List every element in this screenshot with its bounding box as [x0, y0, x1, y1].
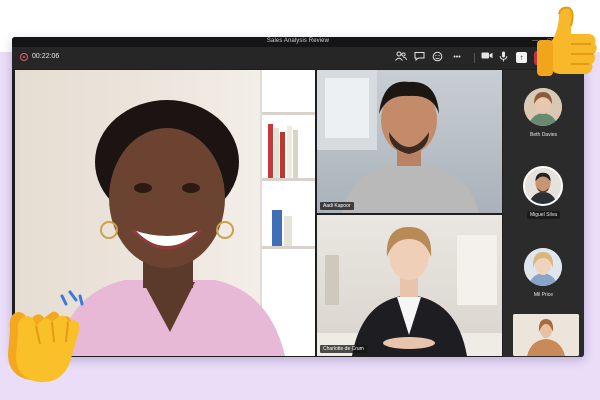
thumbs-up-emoji [531, 4, 600, 96]
participant-name-text: Miguel Silva [527, 211, 560, 219]
avatar-figure [524, 248, 562, 286]
chat-icon[interactable] [412, 51, 426, 65]
participant-figure [317, 227, 502, 356]
reactions-icon[interactable] [430, 51, 444, 65]
participant-name: Beth Davies [530, 132, 557, 138]
participant-figure [317, 70, 479, 213]
clapping-hands-emoji [0, 290, 92, 386]
camera-icon[interactable] [480, 51, 494, 65]
participants-side-panel: Beth Davies Miguel Silva Mil Price [503, 70, 584, 357]
participant-tile-aadi[interactable]: Aadi Kapoor [317, 70, 502, 213]
self-view-tile[interactable] [513, 314, 579, 356]
title-bar: Sales Analysis Review — ☐ ✕ [12, 37, 584, 47]
recording-icon [20, 53, 28, 61]
microphone-icon[interactable] [496, 51, 510, 65]
meeting-title: Sales Analysis Review [266, 38, 330, 44]
meeting-timer: 00:22:06 [32, 53, 60, 60]
meeting-toolbar: 00:22:06 ••• ↑ [12, 47, 584, 69]
people-icon[interactable] [394, 51, 408, 65]
meeting-window: Sales Analysis Review — ☐ ✕ 00:22:06 [12, 37, 584, 357]
participant-avatar[interactable] [524, 248, 562, 286]
self-view-figure [513, 314, 579, 356]
participant-name-tag: Aadi Kapoor [320, 202, 354, 210]
participant-name-tag: Charlotte de Crum [320, 345, 367, 353]
participant-tile-charlotte[interactable]: Charlotte de Crum [317, 215, 502, 356]
participant-name: Miguel Silva [503, 211, 584, 219]
toolbar-divider [474, 53, 475, 63]
share-screen-icon[interactable]: ↑ [516, 52, 527, 63]
avatar-figure [525, 168, 561, 204]
participant-avatar-active[interactable] [523, 166, 563, 206]
participant-name: Mil Price [533, 292, 554, 298]
more-icon[interactable]: ••• [450, 51, 464, 65]
